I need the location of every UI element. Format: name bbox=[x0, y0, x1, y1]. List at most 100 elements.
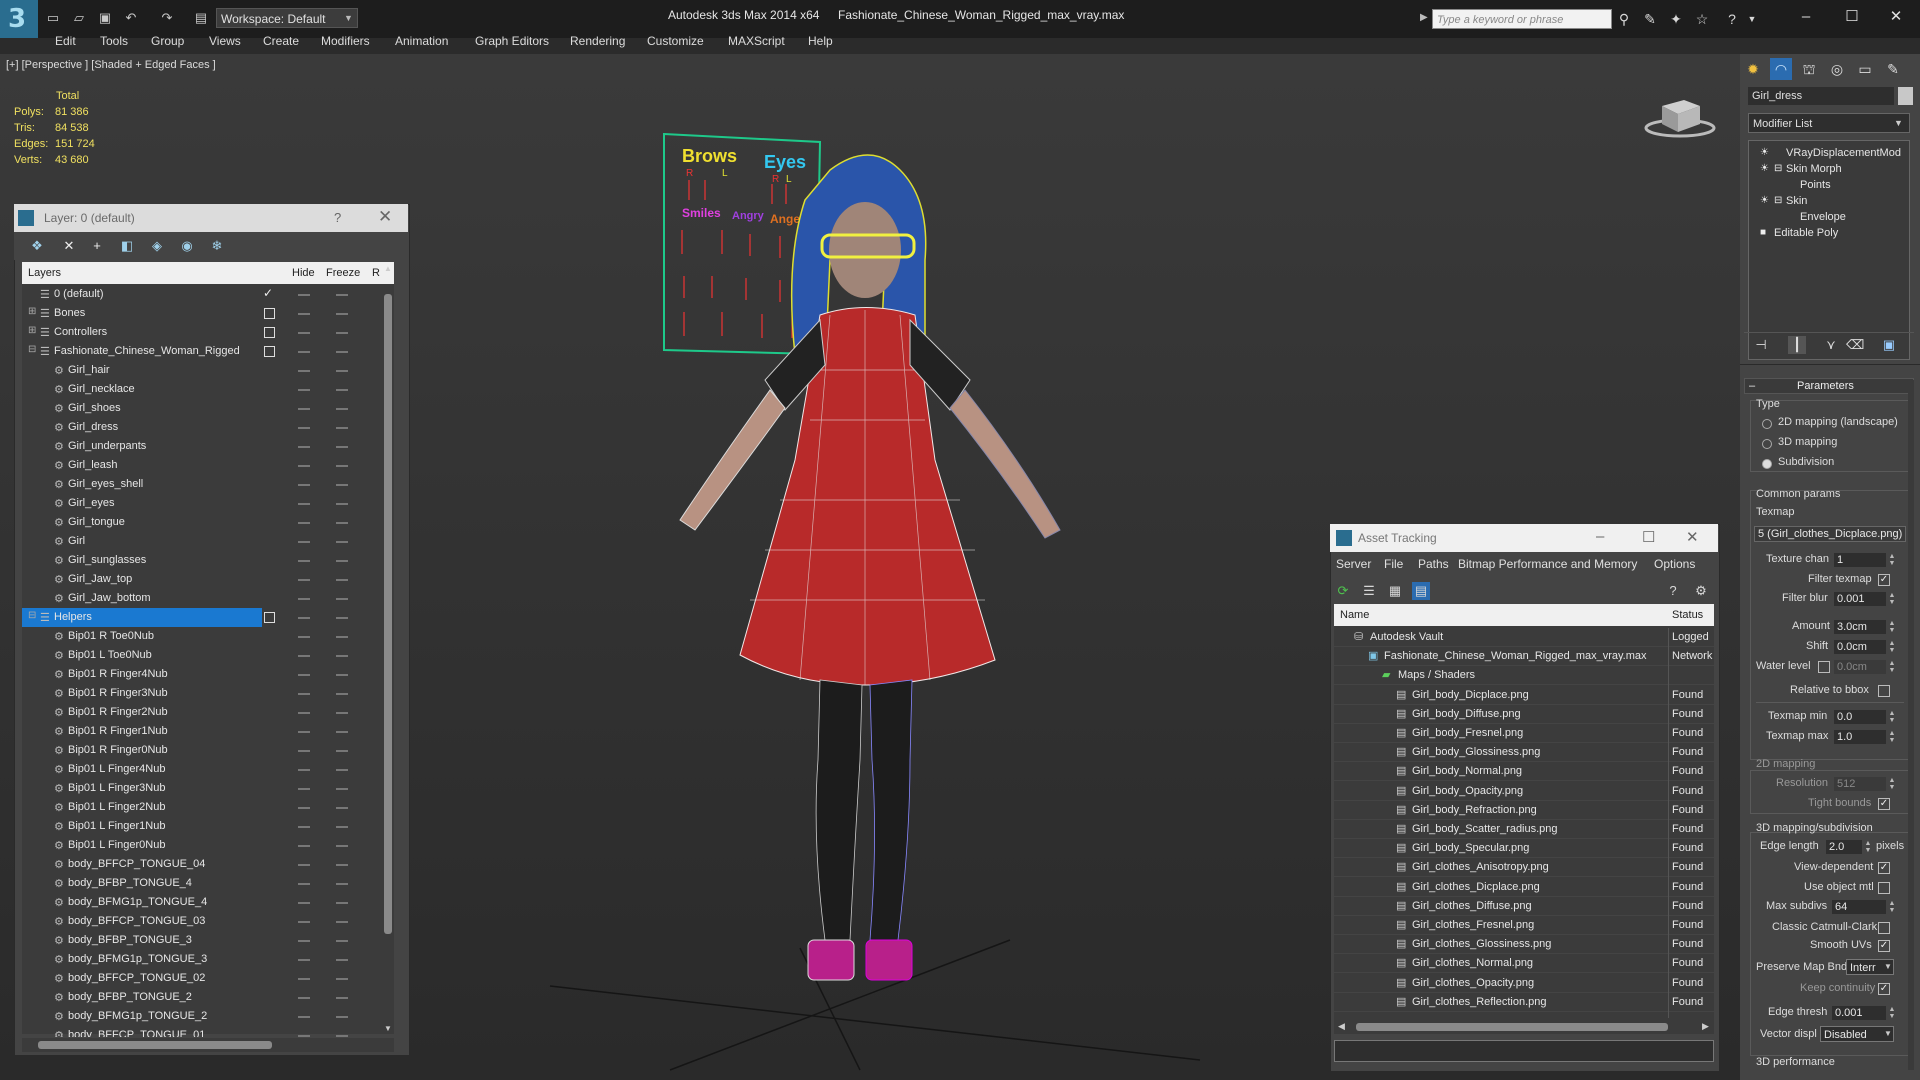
freeze-toggle[interactable] bbox=[336, 503, 348, 505]
hide-toggle[interactable] bbox=[298, 940, 310, 942]
lightbulb-icon[interactable]: ☀ bbox=[1760, 195, 1769, 206]
layer-object-row[interactable]: ⚙ Bip01 L Finger2Nub bbox=[22, 798, 384, 817]
freeze-all-layers-icon[interactable]: ❄ bbox=[208, 238, 226, 254]
asset-row[interactable]: ▤ Girl_clothes_Normal.png Found bbox=[1334, 954, 1714, 974]
hide-toggle[interactable] bbox=[298, 978, 310, 980]
layer-object-row[interactable]: ⚙ body_BFMG1p_TONGUE_4 bbox=[22, 893, 384, 912]
asset-menu-options[interactable]: Options bbox=[1654, 557, 1695, 571]
layer-row[interactable]: ⊞ ☰ Bones bbox=[22, 304, 384, 323]
hide-toggle[interactable] bbox=[298, 541, 310, 543]
hide-all-layers-icon[interactable]: ◉ bbox=[178, 238, 196, 254]
freeze-toggle[interactable] bbox=[336, 845, 348, 847]
remove-modifier-icon[interactable]: ⌫ bbox=[1846, 336, 1864, 354]
make-unique-icon[interactable]: ⋎ bbox=[1822, 336, 1840, 354]
delete-layer-icon[interactable]: ✕ bbox=[60, 238, 78, 254]
chevron-down-icon[interactable]: ▼ bbox=[1884, 1029, 1892, 1038]
hide-toggle[interactable] bbox=[298, 465, 310, 467]
asset-row[interactable]: ⛁ Autodesk Vault Logged bbox=[1334, 628, 1714, 647]
freeze-toggle[interactable] bbox=[336, 826, 348, 828]
asset-row[interactable]: ▣ Fashionate_Chinese_Woman_Rigged_max_vra… bbox=[1334, 647, 1714, 667]
set-current-checkbox[interactable] bbox=[264, 612, 275, 623]
freeze-toggle[interactable] bbox=[336, 636, 348, 638]
modifier-stack-item[interactable]: Points bbox=[1750, 178, 1908, 194]
menu-customize[interactable]: Customize bbox=[647, 34, 704, 48]
freeze-toggle[interactable] bbox=[336, 484, 348, 486]
highlight-layer-icon[interactable]: ◈ bbox=[148, 238, 166, 254]
communication-icon[interactable]: ✦ bbox=[1666, 9, 1686, 29]
texmap-max-input[interactable]: 1.0 bbox=[1834, 730, 1886, 744]
layer-object-row[interactable]: ⚙ Bip01 L Finger1Nub bbox=[22, 817, 384, 836]
max-subdivs-input[interactable]: 64 bbox=[1832, 900, 1886, 914]
column-render[interactable]: R bbox=[372, 267, 380, 279]
edge-length-spinner[interactable]: ▲ ▼ bbox=[1864, 840, 1872, 854]
layer-object-row[interactable]: ⚙ Girl_Jaw_top bbox=[22, 570, 384, 589]
menu-tools[interactable]: Tools bbox=[100, 34, 128, 48]
hide-toggle[interactable] bbox=[298, 807, 310, 809]
layer-object-row[interactable]: ⚙ Girl_tongue bbox=[22, 513, 384, 532]
layer-object-row[interactable]: ⚙ Bip01 L Finger3Nub bbox=[22, 779, 384, 798]
object-name-field[interactable]: Girl_dress bbox=[1748, 87, 1894, 105]
hide-toggle[interactable] bbox=[298, 579, 310, 581]
freeze-toggle[interactable] bbox=[336, 522, 348, 524]
asset-hscroll-thumb[interactable] bbox=[1356, 1023, 1668, 1031]
freeze-toggle[interactable] bbox=[336, 712, 348, 714]
asset-row[interactable]: ▤ Girl_clothes_Dicplace.png Found bbox=[1334, 878, 1714, 897]
hierarchy-tab-icon[interactable]: ⛫ bbox=[1798, 58, 1820, 80]
layer-object-row[interactable]: ⚙ body_BFBP_TONGUE_4 bbox=[22, 874, 384, 893]
modifier-list-dropdown[interactable]: Modifier List bbox=[1748, 113, 1910, 133]
pin-stack-icon[interactable]: ⊣ bbox=[1752, 336, 1770, 354]
save-icon[interactable]: ▣ bbox=[96, 9, 114, 27]
refresh-icon[interactable]: ⟳ bbox=[1334, 582, 1352, 600]
app-logo-icon[interactable]: 3 bbox=[0, 0, 38, 38]
freeze-toggle[interactable] bbox=[336, 579, 348, 581]
column-name[interactable]: Name bbox=[1340, 609, 1369, 621]
option-subdivision[interactable]: Subdivision bbox=[1778, 456, 1834, 468]
layer-object-row[interactable]: ⚙ Bip01 R Finger1Nub bbox=[22, 722, 384, 741]
filter-blur-spinner[interactable]: ▲ ▼ bbox=[1888, 592, 1896, 606]
layer-object-row[interactable]: ⚙ Girl_hair bbox=[22, 361, 384, 380]
table-view-icon[interactable]: ▤ bbox=[1412, 582, 1430, 600]
freeze-toggle[interactable] bbox=[336, 617, 348, 619]
hide-toggle[interactable] bbox=[298, 446, 310, 448]
hide-toggle[interactable] bbox=[298, 294, 310, 296]
hide-toggle[interactable] bbox=[298, 655, 310, 657]
freeze-toggle[interactable] bbox=[336, 674, 348, 676]
hide-toggle[interactable] bbox=[298, 921, 310, 923]
freeze-toggle[interactable] bbox=[336, 864, 348, 866]
asset-row[interactable]: ▤ Girl_body_Diffuse.png Found bbox=[1334, 705, 1714, 724]
asset-menu-paths[interactable]: Paths bbox=[1418, 557, 1449, 571]
keep-continuity-checkbox[interactable]: ✓ bbox=[1878, 983, 1890, 995]
layer-object-row[interactable]: ⚙ Girl_dress bbox=[22, 418, 384, 437]
modifier-stack-item[interactable]: ☀ ⊟ Skin Morph bbox=[1750, 162, 1908, 178]
freeze-toggle[interactable] bbox=[336, 940, 348, 942]
object-color-swatch[interactable] bbox=[1898, 87, 1913, 105]
freeze-toggle[interactable] bbox=[336, 1035, 348, 1037]
layer-scroll-thumb[interactable] bbox=[384, 294, 392, 934]
hide-toggle[interactable] bbox=[298, 560, 310, 562]
chevron-down-icon[interactable]: ▼ bbox=[344, 8, 358, 28]
edge-thresh-input[interactable]: 0.001 bbox=[1832, 1006, 1886, 1020]
radio-subdivision[interactable] bbox=[1762, 459, 1772, 469]
layer-object-row[interactable]: ⚙ Bip01 L Finger0Nub bbox=[22, 836, 384, 855]
freeze-toggle[interactable] bbox=[336, 598, 348, 600]
create-tab-icon[interactable]: ✹ bbox=[1742, 58, 1764, 80]
column-layers[interactable]: Layers bbox=[28, 267, 61, 279]
minimize-icon[interactable]: – bbox=[1596, 528, 1604, 545]
menu-animation[interactable]: Animation bbox=[395, 34, 448, 48]
freeze-toggle[interactable] bbox=[336, 370, 348, 372]
hide-toggle[interactable] bbox=[298, 351, 310, 353]
project-folder-icon[interactable]: ▤ bbox=[192, 9, 210, 27]
hide-toggle[interactable] bbox=[298, 503, 310, 505]
column-status[interactable]: Status bbox=[1672, 609, 1703, 621]
layer-object-row[interactable]: ⚙ Girl bbox=[22, 532, 384, 551]
layer-object-row[interactable]: ⚙ body_BFFCP_TONGUE_03 bbox=[22, 912, 384, 931]
hide-toggle[interactable] bbox=[298, 370, 310, 372]
edge-length-input[interactable]: 2.0 bbox=[1826, 840, 1862, 854]
viewcube-icon[interactable] bbox=[1644, 92, 1716, 138]
asset-row[interactable]: ▤ Girl_body_Specular.png Found bbox=[1334, 839, 1714, 859]
freeze-toggle[interactable] bbox=[336, 408, 348, 410]
asset-row[interactable]: ▤ Girl_clothes_Opacity.png Found bbox=[1334, 974, 1714, 993]
set-current-checkbox[interactable] bbox=[264, 327, 275, 338]
expand-toggle-icon[interactable]: ⊟ bbox=[1774, 195, 1782, 206]
layer-window-titlebar[interactable]: Layer: 0 (default) ? ✕ bbox=[14, 204, 408, 232]
